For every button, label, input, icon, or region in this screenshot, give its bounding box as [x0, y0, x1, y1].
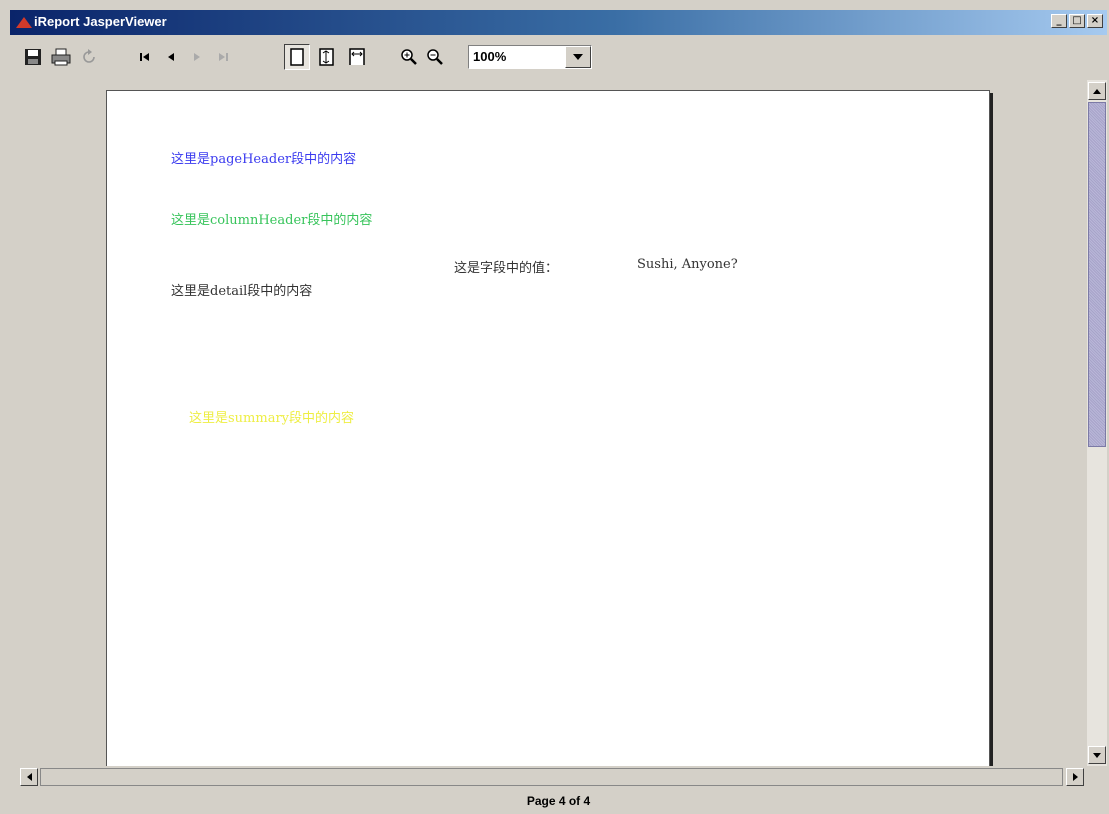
first-page-button[interactable]: [132, 44, 158, 70]
field-label-text: 这是字段中的值：: [454, 261, 559, 276]
column-header-text: 这里是columnHeader段中的内容: [171, 213, 373, 228]
arrow-right-icon: [1072, 773, 1078, 781]
zoom-value: 100%: [473, 49, 507, 64]
last-page-icon: [219, 53, 228, 61]
arrow-left-icon: [26, 773, 32, 781]
app-logo-icon: [16, 17, 32, 28]
zoom-select[interactable]: 100%: [468, 45, 592, 69]
scroll-down-button[interactable]: [1088, 746, 1106, 764]
previous-page-button[interactable]: [158, 44, 184, 70]
arrow-down-icon: [1093, 752, 1101, 758]
report-viewport[interactable]: 这里是pageHeader段中的内容 这里是columnHeader段中的内容 …: [10, 80, 1085, 766]
arrow-up-icon: [1093, 88, 1101, 94]
actual-size-button[interactable]: [284, 44, 310, 70]
scroll-right-button[interactable]: [1066, 768, 1084, 786]
horizontal-scrollbar[interactable]: [20, 767, 1087, 787]
vertical-scroll-thumb[interactable]: [1088, 102, 1106, 447]
close-button[interactable]: ×: [1087, 14, 1103, 28]
report-page: 这里是pageHeader段中的内容 这里是columnHeader段中的内容 …: [106, 90, 990, 766]
print-icon: [51, 48, 71, 66]
zoom-out-icon: [427, 49, 443, 65]
title-bar[interactable]: iReport JasperViewer _ □ ×: [10, 10, 1107, 35]
chevron-down-icon: [573, 54, 583, 60]
fit-page-icon: [319, 48, 334, 66]
window-title: iReport JasperViewer: [34, 14, 167, 29]
minimize-button[interactable]: _: [1051, 14, 1067, 28]
scroll-up-button[interactable]: [1088, 82, 1106, 100]
first-page-icon: [140, 53, 149, 61]
page-status: Page 4 of 4: [526, 794, 591, 808]
zoom-dropdown-button[interactable]: [565, 46, 591, 68]
zoom-in-icon: [401, 49, 417, 65]
fit-width-icon: [349, 48, 365, 65]
reload-button[interactable]: [76, 44, 102, 70]
vertical-scrollbar[interactable]: [1087, 80, 1107, 766]
scroll-left-button[interactable]: [20, 768, 38, 786]
save-button[interactable]: [20, 44, 46, 70]
actual-size-icon: [290, 48, 304, 66]
next-page-icon: [194, 53, 200, 61]
reload-icon: [83, 49, 95, 63]
zoom-out-button[interactable]: [422, 44, 448, 70]
last-page-button[interactable]: [210, 44, 236, 70]
jasper-viewer-window: iReport JasperViewer _ □ × 100% 这里是pageH…: [0, 0, 1109, 814]
detail-text: 这里是detail段中的内容: [171, 284, 313, 299]
maximize-button[interactable]: □: [1069, 14, 1085, 28]
fit-width-button[interactable]: [344, 44, 370, 70]
summary-text: 这里是summary段中的内容: [189, 411, 355, 426]
field-value-text: Sushi, Anyone?: [637, 257, 738, 272]
save-icon: [25, 49, 41, 65]
horizontal-scroll-track[interactable]: [40, 768, 1063, 786]
page-header-text: 这里是pageHeader段中的内容: [171, 152, 357, 167]
fit-page-button[interactable]: [314, 44, 340, 70]
print-button[interactable]: [48, 44, 74, 70]
toolbar: 100%: [10, 37, 1107, 77]
zoom-in-button[interactable]: [396, 44, 422, 70]
next-page-button[interactable]: [184, 44, 210, 70]
previous-page-icon: [168, 53, 174, 61]
